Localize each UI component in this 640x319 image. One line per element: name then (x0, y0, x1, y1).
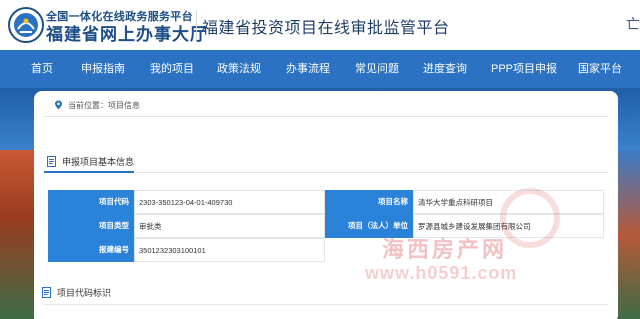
site-title: 福建省投资项目在线审批监管平台 (202, 20, 450, 37)
label-project-code: 项目代码 (48, 190, 134, 214)
breadcrumb-current: 项目信息 (108, 100, 140, 110)
breadcrumb-prefix: 当前位置： (68, 100, 108, 110)
section-basic-info-heading: 申报项目基本信息 (47, 155, 134, 168)
watermark-url: www.h0591.com (365, 263, 518, 283)
nav-item-progress[interactable]: 进度查询 (423, 50, 467, 88)
breadcrumb-divider (44, 116, 608, 117)
value-filing-number: 3501232303100101 (134, 238, 325, 262)
nav-item-process[interactable]: 办事流程 (286, 50, 330, 88)
location-pin-icon (55, 100, 62, 110)
background-building-left (0, 150, 34, 319)
table-row: 报建编号 3501232303100101 (48, 238, 325, 262)
header-divider (196, 11, 197, 39)
section-code-divider (44, 304, 608, 305)
main-nav: 首页 申报指南 我的项目 政策法规 办事流程 常见问题 进度查询 PPP项目申报… (0, 50, 640, 88)
document-icon (47, 156, 56, 167)
label-filing-number: 报建编号 (48, 238, 134, 262)
label-project-type: 项目类型 (48, 214, 134, 238)
nav-item-national[interactable]: 国家平台 (578, 50, 622, 88)
section-basic-accent (44, 171, 134, 173)
header-right-glyph[interactable]: 亡 (626, 14, 640, 34)
value-project-code: 2303-350123-04-01-409730 (134, 190, 325, 214)
label-project-name: 项目名称 (325, 190, 413, 214)
nav-item-home[interactable]: 首页 (31, 50, 53, 88)
section-basic-info-title: 申报项目基本信息 (62, 157, 135, 167)
government-emblem-icon (8, 7, 44, 43)
nav-item-ppp[interactable]: PPP项目申报 (491, 50, 557, 88)
background-building-right (616, 150, 640, 319)
value-project-type: 审批类 (134, 214, 325, 238)
document-icon (42, 287, 51, 298)
logo-title[interactable]: 福建省网上办事大厅 (46, 20, 208, 45)
nav-item-faq[interactable]: 常见问题 (355, 50, 399, 88)
watermark-logo (500, 188, 560, 248)
nav-item-policies[interactable]: 政策法规 (217, 50, 261, 88)
site-header: 全国一体化在线政务服务平台 福建省网上办事大厅 福建省投资项目在线审批监管平台 … (0, 0, 640, 50)
section-code-title: 项目代码标识 (57, 288, 112, 298)
nav-item-my-projects[interactable]: 我的项目 (150, 50, 194, 88)
section-code-heading: 项目代码标识 (42, 286, 111, 299)
watermark-text: 海西房产网 (382, 237, 508, 262)
nav-item-guide[interactable]: 申报指南 (81, 50, 125, 88)
breadcrumb: 当前位置： 项目信息 (54, 98, 140, 112)
